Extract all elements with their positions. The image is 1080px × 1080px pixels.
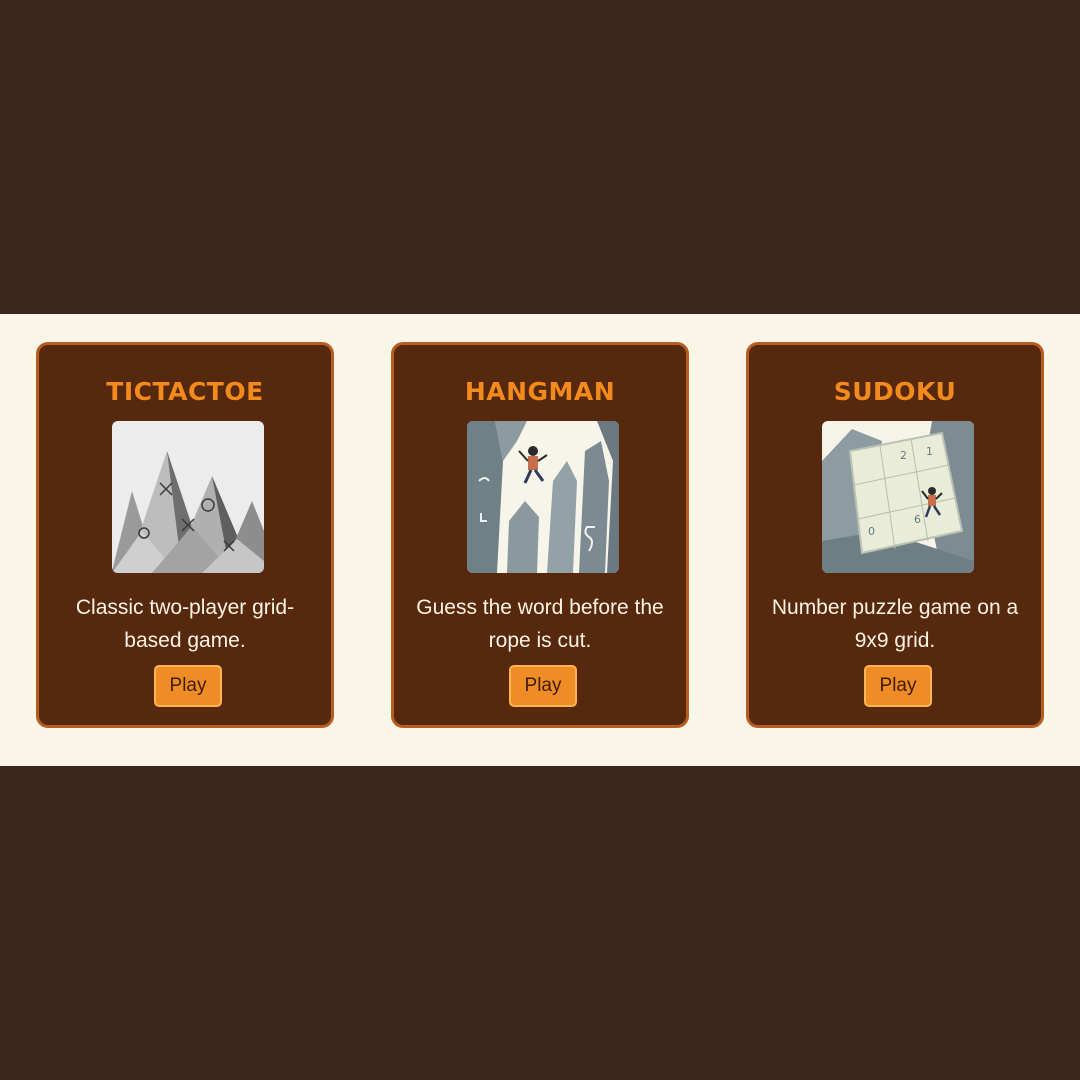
svg-text:1: 1 (926, 445, 933, 458)
game-card-tictactoe: TICTACTOE Classic two-player grid-based … (36, 342, 334, 728)
game-title: TICTACTOE (106, 377, 264, 406)
play-tictactoe-button[interactable]: Play (154, 665, 222, 707)
play-sudoku-button[interactable]: Play (864, 665, 932, 707)
svg-text:6: 6 (914, 513, 921, 526)
tictactoe-image (112, 421, 264, 573)
game-card-hangman: HANGMAN Guess the word before the rope i… (391, 342, 689, 728)
game-title: HANGMAN (464, 377, 616, 406)
game-card-sudoku: SUDOKU 2 1 0 6 Number puzzle game on a 9… (746, 342, 1044, 728)
sudoku-image: 2 1 0 6 (822, 421, 974, 573)
game-description: Guess the word before the rope is cut. (416, 596, 664, 652)
game-description: Number puzzle game on a 9x9 grid. (771, 596, 1019, 652)
play-hangman-button[interactable]: Play (509, 665, 577, 707)
svg-text:0: 0 (868, 525, 875, 538)
hangman-image (467, 421, 619, 573)
game-cards-section: TICTACTOE Classic two-player grid-based … (0, 314, 1080, 766)
game-description: Classic two-player grid-based game. (75, 596, 295, 652)
game-title: SUDOKU (833, 377, 957, 406)
svg-text:2: 2 (900, 449, 907, 462)
